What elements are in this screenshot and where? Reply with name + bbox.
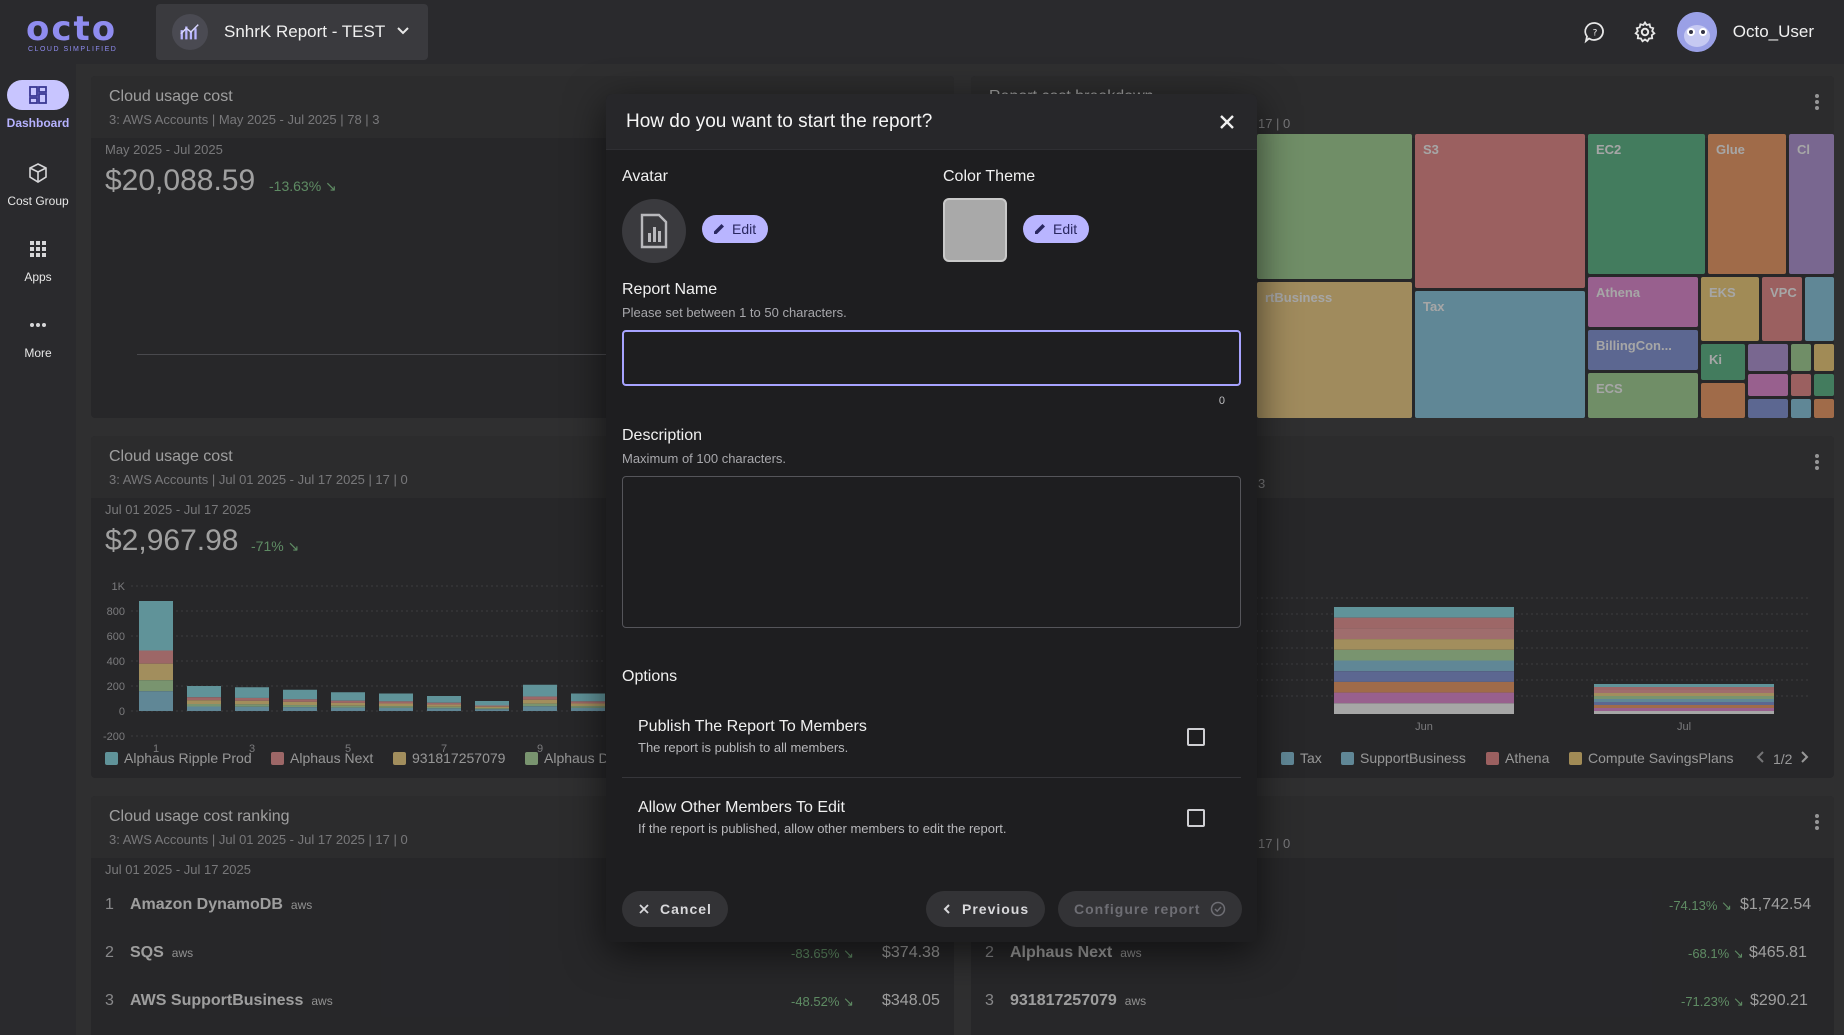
apps-grid-icon xyxy=(7,234,69,264)
chevron-left-icon xyxy=(943,904,950,914)
sidebar-item-cost-group[interactable]: Cost Group xyxy=(0,158,76,208)
options-label: Options xyxy=(622,668,678,685)
edit-avatar-button[interactable]: Edit xyxy=(702,215,769,243)
color-theme-swatch[interactable] xyxy=(943,198,1007,262)
cube-icon xyxy=(7,158,69,188)
cancel-label: Cancel xyxy=(660,901,712,917)
character-counter: 0 xyxy=(1218,395,1225,407)
avatar-label: Avatar xyxy=(622,168,668,185)
report-chart-icon xyxy=(172,14,208,50)
sidebar-label-dashboard: Dashboard xyxy=(6,116,70,130)
top-bar: octo CLOUD SIMPLIFIED SnhrK Report - TES… xyxy=(0,0,1844,64)
previous-button[interactable]: Previous xyxy=(926,891,1046,927)
check-circle-icon xyxy=(1211,901,1226,917)
feedback-icon[interactable]: ? xyxy=(1575,12,1615,52)
logo-tagline: CLOUD SIMPLIFIED xyxy=(28,46,118,53)
description-help: Maximum of 100 characters. xyxy=(622,451,787,466)
allow-edit-option-title: Allow Other Members To Edit xyxy=(638,799,845,816)
publish-option-title: Publish The Report To Members xyxy=(638,718,867,735)
publish-option-description: The report is publish to all members. xyxy=(638,740,849,755)
settings-gear-icon[interactable] xyxy=(1625,12,1665,52)
divider xyxy=(622,777,1241,778)
publish-checkbox[interactable] xyxy=(1187,728,1205,746)
sidebar-label-more: More xyxy=(24,346,52,360)
edit-label: Edit xyxy=(1053,221,1078,237)
document-chart-icon xyxy=(640,213,668,249)
dashboard-icon xyxy=(7,80,69,110)
configure-label: Configure report xyxy=(1074,901,1201,917)
sidebar-label-apps: Apps xyxy=(24,270,52,284)
description-textarea[interactable] xyxy=(622,476,1241,628)
report-selector[interactable]: SnhrK Report - TEST xyxy=(156,4,428,60)
pencil-icon xyxy=(1035,224,1045,234)
report-name: SnhrK Report - TEST xyxy=(224,22,386,41)
sidebar: Dashboard Cost Group Apps More xyxy=(0,64,76,1035)
sidebar-item-apps[interactable]: Apps xyxy=(0,234,76,284)
allow-edit-option-description: If the report is published, allow other … xyxy=(638,821,1007,836)
allow-edit-option-row[interactable]: Allow Other Members To Edit If the repor… xyxy=(622,787,1241,857)
report-avatar xyxy=(622,199,686,263)
configure-report-button[interactable]: Configure report xyxy=(1058,891,1243,927)
pencil-icon xyxy=(714,224,724,234)
dialog-title: How do you want to start the report? xyxy=(626,110,933,132)
close-icon xyxy=(639,904,649,914)
sidebar-item-more[interactable]: More xyxy=(0,310,76,360)
description-label: Description xyxy=(622,427,703,444)
logo-text: octo xyxy=(26,9,118,49)
sidebar-item-dashboard[interactable]: Dashboard xyxy=(0,80,76,130)
octo-logo[interactable]: octo CLOUD SIMPLIFIED xyxy=(26,9,126,53)
allow-edit-checkbox[interactable] xyxy=(1187,809,1205,827)
edit-color-theme-button[interactable]: Edit xyxy=(1023,215,1090,243)
color-theme-label: Color Theme xyxy=(943,168,1036,185)
report-name-help: Please set between 1 to 50 characters. xyxy=(622,305,847,320)
sidebar-label-cost-group: Cost Group xyxy=(7,194,69,208)
previous-label: Previous xyxy=(962,901,1030,917)
more-dots-icon xyxy=(7,310,69,340)
publish-option-row[interactable]: Publish The Report To Members The report… xyxy=(622,706,1241,776)
start-report-dialog: How do you want to start the report? Ava… xyxy=(606,94,1257,942)
dialog-header: How do you want to start the report? xyxy=(606,94,1257,150)
chevron-down-icon xyxy=(396,23,410,42)
report-name-input[interactable] xyxy=(622,330,1241,386)
edit-label: Edit xyxy=(732,221,757,237)
username[interactable]: Octo_User xyxy=(1733,22,1814,42)
svg-text:?: ? xyxy=(1592,29,1597,39)
report-name-label: Report Name xyxy=(622,281,718,298)
user-avatar[interactable] xyxy=(1676,12,1717,52)
cancel-button[interactable]: Cancel xyxy=(622,891,728,927)
close-icon[interactable] xyxy=(1215,110,1239,134)
